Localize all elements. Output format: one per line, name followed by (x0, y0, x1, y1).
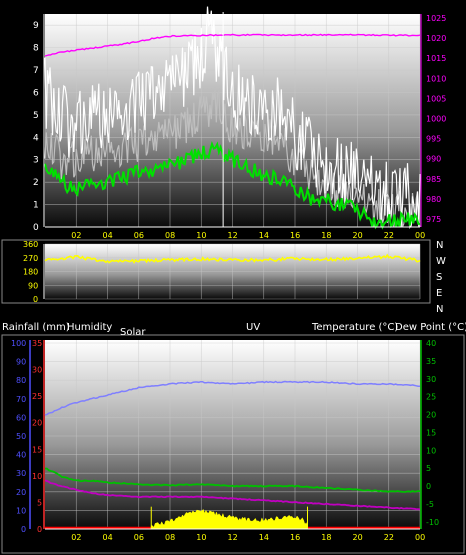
wind-x-tick-12: 12 (228, 231, 238, 240)
wind-x-tick-02: 02 (71, 231, 81, 240)
baro-y-tick-1010: 1010 (426, 74, 446, 83)
temp-x-tick-18: 18 (321, 533, 331, 542)
temp-y-tick-5: 5 (426, 464, 431, 473)
wind-y-tick-6: 6 (33, 88, 39, 98)
dir-y-tick-270: 270 (23, 254, 38, 263)
humidity-y-tick-60: 60 (16, 413, 26, 422)
wind-x-tick-08: 08 (165, 231, 175, 240)
humidity-y-tick-50: 50 (16, 432, 26, 441)
temp-x-tick-08: 08 (165, 533, 175, 542)
wind-y-tick-5: 5 (33, 111, 39, 121)
temp-y-tick-20: 20 (426, 411, 436, 420)
temp-x-tick-14: 14 (259, 533, 269, 542)
temp-y-tick-10: 10 (426, 446, 436, 455)
temp-x-tick-10: 10 (196, 533, 206, 542)
baro-y-tick-1020: 1020 (426, 34, 446, 43)
rain-y-tick-25: 25 (32, 392, 42, 401)
baro-y-tick-990: 990 (426, 155, 441, 164)
wind-y-tick-0: 0 (33, 223, 39, 233)
wind-x-tick-22: 22 (384, 231, 394, 240)
dir-label-e: E (436, 288, 442, 299)
temp-y-tick-0: 0 (426, 482, 431, 491)
temp-y-tick--5: -5 (426, 500, 434, 509)
wind-y-tick-4: 4 (33, 133, 39, 143)
humidity-y-tick-80: 80 (16, 376, 26, 385)
temp-x-tick-12: 12 (228, 533, 238, 542)
rain-y-tick-0: 0 (37, 525, 42, 534)
humidity-y-tick-100: 100 (11, 339, 26, 348)
wind-x-tick-20: 20 (353, 231, 363, 240)
solar-title: Solar (120, 327, 146, 338)
dir-y-tick-360: 360 (23, 240, 38, 249)
wind-y-tick-1: 1 (33, 201, 39, 211)
wind-y-tick-7: 7 (33, 66, 39, 76)
baro-y-tick-1025: 1025 (426, 14, 446, 23)
temp-x-tick-04: 04 (103, 533, 113, 542)
dir-y-tick-90: 90 (28, 281, 38, 290)
humidity-y-tick-70: 70 (16, 395, 26, 404)
baro-y-tick-995: 995 (426, 135, 441, 144)
wind-x-tick-00: 00 (415, 231, 425, 240)
weather-graph: Windspeed (m/s) 24 hour graph day : 15 F… (0, 0, 466, 555)
temp-y-tick-25: 25 (426, 393, 436, 402)
rain-y-tick-15: 15 (32, 445, 42, 454)
wind-x-tick-06: 06 (134, 231, 144, 240)
baro-y-tick-975: 975 (426, 215, 441, 224)
graph-title: 24 hour graph day : 15 February 2025 (172, 2, 363, 13)
rain-y-tick-10: 10 (32, 472, 42, 481)
humidity-y-tick-30: 30 (16, 469, 26, 478)
dir-label-n-top: N (436, 240, 443, 251)
temp-x-tick-00: 00 (415, 533, 425, 542)
dir-label-w: W (436, 256, 446, 267)
wind-y-tick-2: 2 (33, 178, 39, 188)
wind-x-tick-14: 14 (259, 231, 269, 240)
wind-y-tick-3: 3 (33, 156, 39, 166)
temp-x-tick-20: 20 (353, 533, 363, 542)
dewpoint-axis-title: Dew Point (°C) (395, 322, 466, 333)
temp-y-tick-15: 15 (426, 428, 436, 437)
humidity-y-tick-20: 20 (16, 488, 26, 497)
temp-y-tick--10: -10 (426, 518, 439, 527)
baro-axis-title: Barometer (hpa) (370, 2, 453, 13)
baro-y-tick-1005: 1005 (426, 94, 446, 103)
temp-x-tick-22: 22 (384, 533, 394, 542)
humidity-y-tick-10: 10 (16, 506, 26, 515)
humidity-axis-title: Humidity (67, 322, 112, 333)
baro-y-tick-980: 980 (426, 195, 441, 204)
wind-x-tick-16: 16 (290, 231, 300, 240)
dir-label-n-bottom: N (436, 304, 443, 315)
temp-y-tick-40: 40 (426, 339, 436, 348)
temp-y-tick-30: 30 (426, 375, 436, 384)
dir-y-tick-180: 180 (23, 268, 38, 277)
wind-y-tick-9: 9 (33, 21, 39, 31)
temp-x-tick-02: 02 (71, 533, 81, 542)
uv-title: UV (246, 322, 260, 333)
rain-y-tick-5: 5 (37, 498, 42, 507)
wind-x-tick-04: 04 (103, 231, 113, 240)
rain-axis-title: Rainfall (mm) (2, 322, 70, 333)
rain-y-tick-20: 20 (32, 419, 42, 428)
temp-axis-title: Temperature (°C) (311, 322, 398, 333)
wind-y-tick-8: 8 (33, 44, 39, 54)
temp-x-tick-16: 16 (290, 533, 300, 542)
baro-y-tick-985: 985 (426, 175, 441, 184)
rain-y-tick-30: 30 (32, 366, 42, 375)
rain-y-tick-35: 35 (32, 339, 42, 348)
dir-y-tick-0: 0 (33, 295, 38, 304)
humidity-y-tick-0: 0 (21, 525, 26, 534)
wind-x-tick-18: 18 (321, 231, 331, 240)
baro-y-tick-1000: 1000 (426, 114, 446, 123)
humidity-y-tick-40: 40 (16, 451, 26, 460)
temp-y-tick-35: 35 (426, 357, 436, 366)
humidity-y-tick-90: 90 (16, 358, 26, 367)
baro-y-tick-1015: 1015 (426, 54, 446, 63)
wind-x-tick-10: 10 (196, 231, 206, 240)
dir-label-s: S (436, 272, 442, 283)
temp-x-tick-06: 06 (134, 533, 144, 542)
wind-axis-title: Windspeed (m/s) (35, 2, 120, 13)
